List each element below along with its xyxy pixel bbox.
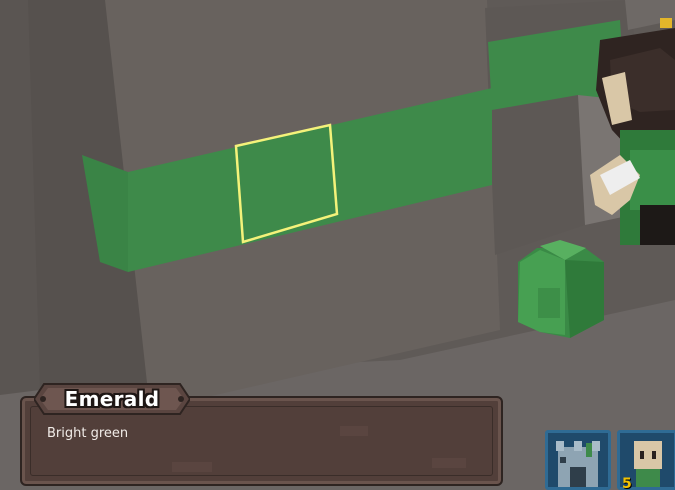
toolbar-slot-castle[interactable]: [545, 430, 611, 490]
emerald-block[interactable]: [518, 240, 604, 338]
panel-texture: [340, 426, 368, 436]
game-viewport[interactable]: Emerald Bright green 5: [0, 0, 675, 490]
castle-icon: [556, 441, 600, 487]
panel-texture: [432, 458, 466, 468]
slot-count: 5: [622, 476, 632, 490]
panel-texture: [172, 462, 212, 472]
item-title: Emerald: [64, 387, 160, 411]
item-description: Bright green: [47, 426, 129, 441]
